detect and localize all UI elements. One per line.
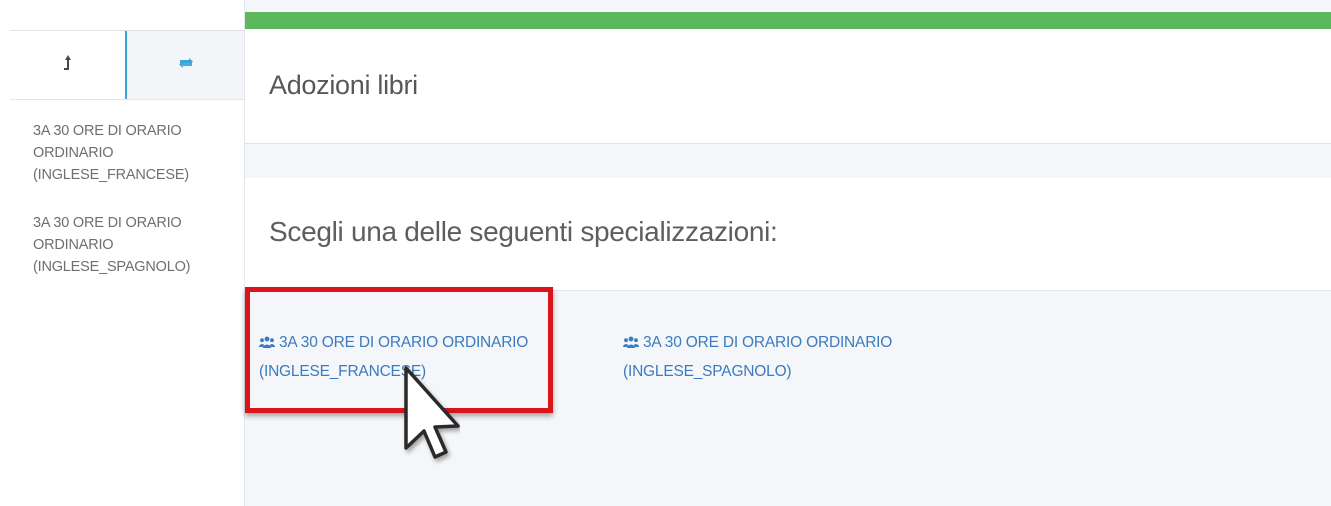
sidebar-list: 3A 30 ORE DI ORARIO ORDINARIO (INGLESE_F…	[33, 120, 233, 304]
group-icon	[259, 331, 275, 358]
sidebar-tab-upload[interactable]	[10, 31, 127, 99]
page: 3A 30 ORE DI ORARIO ORDINARIO (INGLESE_F…	[0, 0, 1331, 506]
specialization-link-label: 3A 30 ORE DI ORARIO ORDINARIO (INGLESE_S…	[623, 334, 893, 380]
specialization-link-label: 3A 30 ORE DI ORARIO ORDINARIO (INGLESE_F…	[259, 334, 529, 380]
main-content: Adozioni libri Scegli una delle seguenti…	[244, 0, 1331, 506]
specialization-link-inglese-spagnolo[interactable]: 3A 30 ORE DI ORARIO ORDINARIO (INGLESE_S…	[623, 329, 913, 385]
group-icon	[623, 331, 639, 358]
section-heading: Scegli una delle seguenti specializzazio…	[269, 216, 778, 247]
sidebar-tab-refresh[interactable]	[127, 31, 244, 99]
refresh-icon	[177, 55, 195, 76]
upload-arrow-icon	[62, 53, 74, 78]
page-title: Adozioni libri	[269, 70, 418, 100]
options-area	[245, 291, 1331, 506]
sidebar-item-inglese-spagnolo[interactable]: 3A 30 ORE DI ORARIO ORDINARIO (INGLESE_S…	[33, 212, 233, 278]
top-accent-bar	[245, 12, 1331, 29]
sidebar-tabs	[10, 30, 244, 100]
specialization-link-inglese-francese[interactable]: 3A 30 ORE DI ORARIO ORDINARIO (INGLESE_F…	[259, 329, 549, 385]
sidebar: 3A 30 ORE DI ORARIO ORDINARIO (INGLESE_F…	[0, 0, 244, 506]
sidebar-item-inglese-francese[interactable]: 3A 30 ORE DI ORARIO ORDINARIO (INGLESE_F…	[33, 120, 233, 186]
